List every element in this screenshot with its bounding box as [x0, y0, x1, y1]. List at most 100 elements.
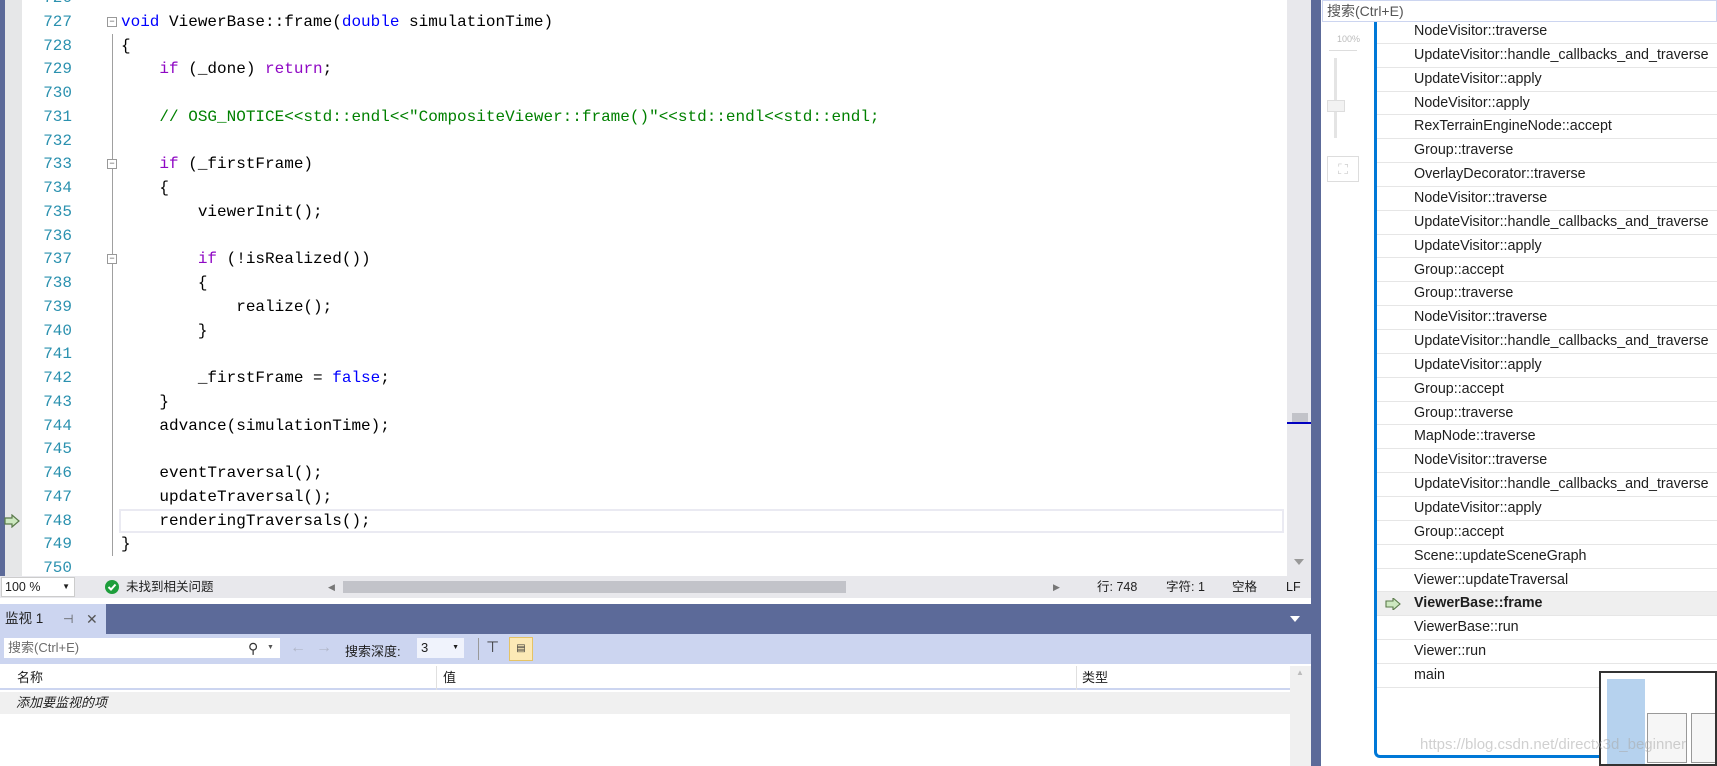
code-line[interactable]: { [121, 176, 169, 200]
instruction-pointer-arrow-icon [4, 513, 20, 528]
editor-status-bar: 100 % ▼ 未找到相关问题 ◀ ▶ 行: 748 字符: 1 空格 LF [0, 576, 1311, 598]
scroll-right-icon[interactable]: ▶ [1053, 576, 1060, 598]
frame-name: Group::accept [1414, 380, 1504, 397]
watch-vertical-scrollbar[interactable]: ▲ [1290, 666, 1311, 766]
search-icon[interactable]: ⚲ [248, 638, 258, 658]
whitespace-indicator[interactable]: 空格 [1232, 576, 1257, 598]
thumbnail-node [1691, 713, 1715, 763]
column-divider[interactable] [436, 666, 437, 690]
line-indicator[interactable]: 行: 748 [1097, 576, 1137, 598]
call-stack-frame[interactable]: UpdateVisitor::apply [1377, 235, 1717, 259]
code-line[interactable]: } [121, 319, 208, 343]
fold-toggle-icon[interactable]: − [107, 254, 117, 265]
code-line[interactable]: realize(); [121, 295, 332, 319]
call-stack-frame[interactable]: MapNode::traverse [1377, 425, 1717, 450]
chevron-down-icon: ▼ [452, 644, 459, 651]
issues-status[interactable]: 未找到相关问题 [126, 576, 214, 598]
call-stack-search-input[interactable]: 搜索(Ctrl+E) [1322, 0, 1717, 22]
pin-icon[interactable]: ⊣ [63, 604, 73, 634]
call-stack-frame[interactable]: NodeVisitor::traverse [1377, 187, 1717, 211]
code-token: return [265, 60, 323, 79]
tab-label: 监视 1 [5, 611, 44, 626]
forward-arrow-icon[interactable]: → [316, 639, 332, 657]
call-stack-frame[interactable]: Group::accept [1377, 259, 1717, 283]
call-stack-frame[interactable]: NodeVisitor::traverse [1377, 306, 1717, 331]
code-line[interactable]: { [121, 271, 208, 295]
call-stack-frame[interactable]: Group::traverse [1377, 402, 1717, 426]
close-icon[interactable]: ✕ [86, 604, 98, 634]
call-stack-frame[interactable]: OverlayDecorator::traverse [1377, 163, 1717, 187]
char-indicator[interactable]: 字符: 1 [1166, 576, 1205, 598]
call-stack-frame[interactable]: NodeVisitor::apply [1377, 92, 1717, 116]
code-line[interactable]: updateTraversal(); [121, 485, 332, 509]
column-value[interactable]: 值 [443, 666, 456, 690]
zoom-control: 100% ⛶ [1325, 28, 1361, 228]
line-number: 726 [22, 0, 72, 10]
fold-toggle-icon[interactable]: − [107, 16, 117, 27]
code-line[interactable]: advance(simulationTime); [121, 414, 389, 438]
call-stack-frame[interactable]: UpdateVisitor::handle_callbacks_and_trav… [1377, 44, 1717, 68]
call-stack-frame[interactable]: UpdateVisitor::handle_callbacks_and_trav… [1377, 330, 1717, 354]
code-line[interactable]: void ViewerBase::frame(double simulation… [121, 10, 553, 34]
search-depth-dropdown[interactable]: 3 ▼ [416, 637, 465, 659]
scroll-up-arrow-icon[interactable]: ▲ [1296, 668, 1304, 677]
column-divider[interactable] [1076, 666, 1077, 690]
zoom-slider-track[interactable] [1334, 58, 1337, 138]
code-token: simulationTime) [399, 12, 554, 31]
hex-display-toggle-icon[interactable]: ▤ [509, 637, 533, 661]
call-stack-frame[interactable]: Group::accept [1377, 521, 1717, 545]
call-stack-frame[interactable]: RexTerrainEngineNode::accept [1377, 115, 1717, 140]
panel-menu-chevron-icon[interactable] [1290, 616, 1300, 622]
call-stack-frame[interactable]: UpdateVisitor::apply [1377, 354, 1717, 378]
editor-vertical-scrollbar[interactable] [1287, 0, 1311, 576]
tab-watch-1[interactable]: 监视 1 ⊣ ✕ [0, 604, 106, 634]
zoom-dropdown[interactable]: 100 % ▼ [1, 577, 75, 597]
call-stack-frame[interactable]: Scene::updateSceneGraph [1377, 545, 1717, 569]
call-stack-frame[interactable]: Viewer::run [1377, 640, 1717, 664]
watch-search-input[interactable]: 搜索(Ctrl+E) ⚲ ▼ [3, 637, 281, 659]
code-line[interactable]: { [121, 34, 131, 58]
call-stack-frame[interactable]: UpdateVisitor::apply [1377, 68, 1717, 92]
column-type[interactable]: 类型 [1082, 666, 1108, 690]
code-line[interactable]: eventTraversal(); [121, 461, 322, 485]
code-line[interactable]: _firstFrame = false; [121, 366, 390, 390]
code-line[interactable]: if (_firstFrame) [121, 152, 313, 176]
call-stack-frame[interactable]: UpdateVisitor::handle_callbacks_and_trav… [1377, 473, 1717, 497]
indicator-margin[interactable] [5, 0, 22, 576]
code-line[interactable]: if (_done) return; [121, 57, 332, 81]
horizontal-scrollbar-thumb[interactable] [343, 581, 846, 593]
filter-pin-icon[interactable]: ⊤ [486, 638, 499, 656]
code-line[interactable]: } [121, 532, 131, 556]
call-stack-frame[interactable]: UpdateVisitor::apply [1377, 497, 1717, 521]
chevron-down-icon[interactable]: ▼ [267, 638, 274, 658]
scroll-left-icon[interactable]: ◀ [328, 576, 335, 598]
code-line[interactable]: } [121, 390, 169, 414]
call-stack-frame[interactable]: UpdateVisitor::handle_callbacks_and_trav… [1377, 211, 1717, 235]
call-stack-frame[interactable]: Viewer::updateTraversal [1377, 569, 1717, 593]
call-stack-frame[interactable]: NodeVisitor::traverse [1377, 22, 1717, 44]
code-line[interactable]: renderingTraversals(); [121, 509, 370, 533]
back-arrow-icon[interactable]: ← [290, 639, 306, 657]
scroll-down-arrow-icon[interactable] [1294, 559, 1304, 565]
code-line[interactable]: if (!isRealized()) [121, 247, 371, 271]
code-token: if [159, 60, 179, 79]
code-token: if [197, 250, 218, 269]
call-stack-frame[interactable]: NodeVisitor::traverse [1377, 449, 1717, 474]
fit-to-view-icon[interactable]: ⛶ [1327, 156, 1359, 182]
zoom-slider-thumb[interactable] [1327, 100, 1345, 112]
panel-splitter[interactable] [1311, 0, 1321, 766]
call-stack-frame[interactable]: Group::accept [1377, 378, 1717, 402]
call-stack-frame[interactable]: ViewerBase::frame [1377, 592, 1717, 617]
code-line[interactable]: // OSG_NOTICE<<std::endl<<"CompositeView… [121, 105, 879, 129]
call-stack-list[interactable]: NodeVisitor::traverse UpdateVisitor::hand… [1374, 22, 1717, 758]
code-line[interactable]: viewerInit(); [121, 200, 323, 224]
call-stack-frame[interactable]: Group::traverse [1377, 282, 1717, 307]
column-name[interactable]: 名称 [17, 666, 43, 690]
call-stack-frame[interactable]: ViewerBase::run [1377, 616, 1717, 641]
line-ending-indicator[interactable]: LF [1286, 576, 1301, 598]
fold-toggle-icon[interactable]: − [107, 159, 117, 170]
call-stack-frame[interactable]: Group::traverse [1377, 139, 1717, 164]
add-watch-item-row[interactable]: 添加要监视的项 [0, 692, 1290, 714]
code-editor[interactable]: void ViewerBase::frame(double simulation… [0, 0, 1311, 576]
